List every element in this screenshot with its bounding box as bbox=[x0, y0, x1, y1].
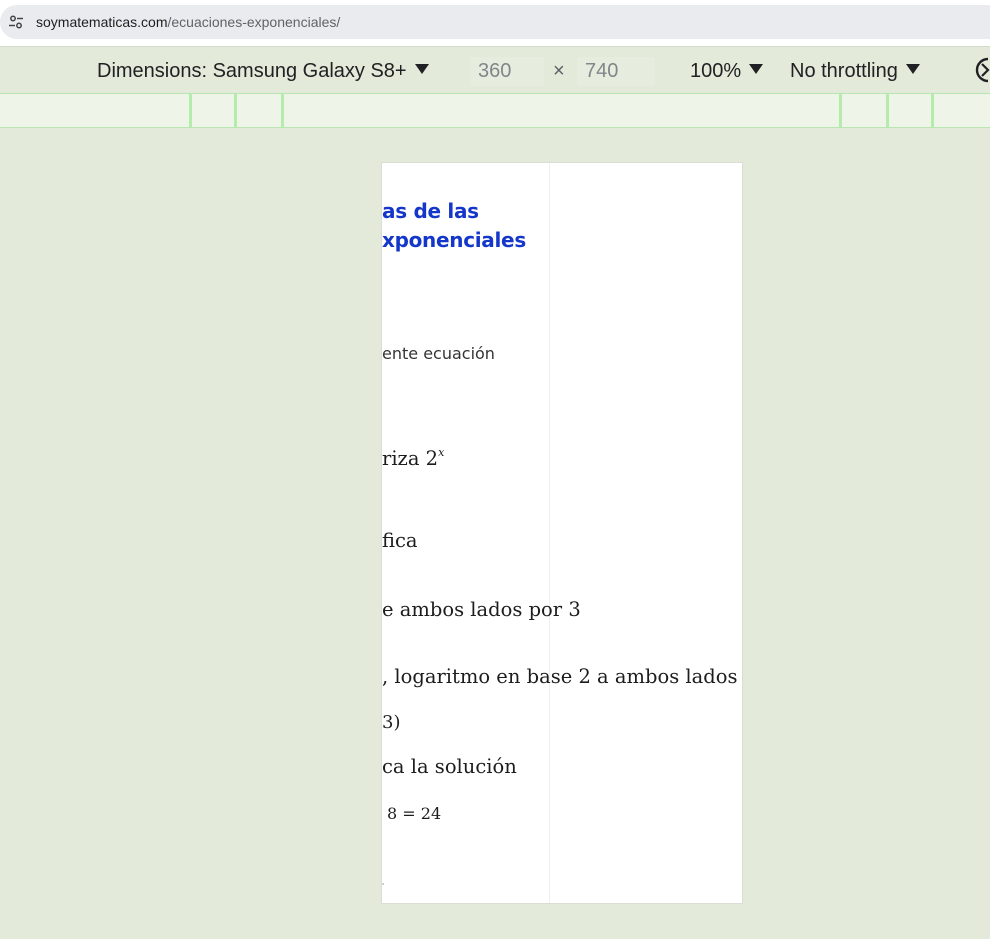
media-query-marker[interactable] bbox=[234, 94, 237, 127]
step-logarithm: , logaritmo en base 2 a ambos lados bbox=[382, 665, 738, 688]
step-verify: ca la solución bbox=[382, 755, 517, 778]
url-path: /ecuaciones-exponenciales/ bbox=[167, 14, 341, 30]
heading-line-1: as de las bbox=[382, 199, 479, 223]
media-query-marker[interactable] bbox=[886, 94, 889, 127]
zoom-dropdown[interactable]: 100% bbox=[690, 59, 764, 83]
layout-guide-line bbox=[549, 163, 550, 903]
throttling-dropdown[interactable]: No throttling bbox=[790, 59, 920, 83]
media-query-marker[interactable] bbox=[931, 94, 934, 127]
step-factorize: riza 2x bbox=[382, 441, 444, 471]
step-factorize-text: riza 2 bbox=[382, 447, 439, 470]
dimensions-dropdown[interactable]: Dimensions: Samsung Galaxy S8+ bbox=[97, 59, 429, 83]
height-input[interactable]: 740 bbox=[577, 57, 655, 86]
times-symbol: × bbox=[553, 60, 565, 82]
verification-equation: 8 = 24 bbox=[387, 804, 442, 823]
media-query-marker[interactable] bbox=[839, 94, 842, 127]
caret-down-icon bbox=[749, 64, 764, 74]
list-marker bbox=[382, 883, 384, 885]
zoom-label: 100% bbox=[690, 60, 742, 82]
step-simplify: fica bbox=[382, 529, 418, 552]
media-query-marker[interactable] bbox=[189, 94, 192, 127]
caret-down-icon bbox=[905, 64, 920, 74]
device-toolbar: Dimensions: Samsung Galaxy S8+ 360 × 740… bbox=[0, 46, 990, 93]
heading-line-2: xponenciales bbox=[382, 228, 526, 252]
width-input[interactable]: 360 bbox=[470, 57, 544, 86]
rotate-icon[interactable] bbox=[974, 55, 990, 85]
intro-text: ente ecuación bbox=[382, 344, 495, 363]
url-text[interactable]: soymatematicas.com/ecuaciones-exponencia… bbox=[36, 14, 340, 30]
url-host: soymatematicas.com bbox=[36, 14, 168, 30]
step-divide: e ambos lados por 3 bbox=[382, 598, 581, 621]
tune-icon[interactable] bbox=[8, 14, 24, 30]
address-bar: soymatematicas.com/ecuaciones-exponencia… bbox=[0, 0, 990, 46]
section-heading: as de las xponenciales bbox=[382, 197, 526, 255]
omnibox[interactable]: soymatematicas.com/ecuaciones-exponencia… bbox=[0, 5, 990, 39]
media-query-bar bbox=[0, 93, 990, 128]
exponent: x bbox=[438, 446, 445, 459]
step-logarithm-tail: 3) bbox=[382, 712, 401, 733]
device-viewport[interactable]: as de las xponenciales ente ecuación riz… bbox=[381, 162, 743, 904]
caret-down-icon bbox=[414, 64, 429, 74]
media-query-marker[interactable] bbox=[281, 94, 284, 127]
dimensions-label: Dimensions: Samsung Galaxy S8+ bbox=[97, 60, 407, 82]
throttling-label: No throttling bbox=[790, 60, 898, 82]
